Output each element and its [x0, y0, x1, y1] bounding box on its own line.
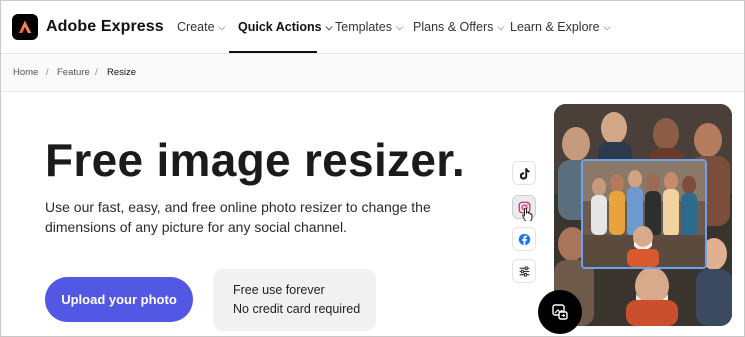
cropped-photo-image: [583, 161, 705, 267]
brand-name[interactable]: Adobe Express: [46, 18, 164, 36]
resize-action-button[interactable]: [538, 290, 582, 334]
nav-item-label: Quick Actions: [238, 20, 322, 34]
breadcrumb-current: Resize: [107, 67, 137, 78]
nav-item-learn-explore[interactable]: Learn & Explore ⌵: [510, 20, 610, 34]
nav-item-quick-actions[interactable]: Quick Actions ⌵: [238, 20, 332, 34]
nav-item-plans-offers[interactable]: Plans & Offers ⌵: [413, 20, 504, 34]
chevron-down-icon: ⌵: [497, 22, 505, 32]
page-title: Free image resizer.: [45, 134, 465, 186]
chevron-down-icon: ⌵: [603, 22, 611, 32]
nav-item-label: Create: [177, 20, 215, 34]
hero-description: Use our fast, easy, and free online phot…: [45, 199, 431, 235]
sliders-icon: [519, 265, 529, 277]
breadcrumb-separator: /: [95, 67, 98, 78]
breadcrumb-home[interactable]: Home: [13, 67, 38, 78]
adobe-express-logo-icon: [18, 20, 32, 33]
top-nav: Adobe Express Create ⌵ Quick Actions ⌵ Tem…: [1, 1, 744, 54]
hand-cursor-icon: [522, 207, 533, 221]
page-frame: Adobe Express Create ⌵ Quick Actions ⌵ Tem…: [0, 0, 745, 337]
image-resize-icon: [552, 304, 568, 320]
adobe-express-logo[interactable]: [12, 14, 38, 40]
resize-crop-frame: [581, 159, 707, 269]
info-card: Free use forever No credit card required: [213, 269, 376, 331]
facebook-button[interactable]: [513, 228, 535, 250]
nav-item-create[interactable]: Create ⌵: [177, 20, 225, 34]
tiktok-icon: [519, 167, 530, 180]
tiktok-button[interactable]: [513, 162, 535, 184]
breadcrumb-feature[interactable]: Feature: [57, 67, 90, 78]
nav-item-label: Learn & Explore: [510, 20, 600, 34]
upload-photo-button[interactable]: Upload your photo: [45, 277, 193, 322]
chevron-down-icon: ⌵: [218, 22, 226, 32]
active-nav-indicator: [229, 51, 317, 53]
nav-item-templates[interactable]: Templates ⌵: [335, 20, 403, 34]
info-line-free: Free use forever: [233, 283, 325, 297]
info-line-no-card: No credit card required: [233, 302, 361, 316]
nav-item-label: Plans & Offers: [413, 20, 494, 34]
facebook-icon: [518, 233, 530, 245]
custom-size-button[interactable]: [513, 260, 535, 282]
chevron-down-icon: ⌵: [395, 22, 403, 32]
breadcrumb-separator: /: [46, 67, 49, 78]
nav-item-label: Templates: [335, 20, 392, 34]
chevron-down-icon: ⌵: [325, 22, 333, 32]
breadcrumb: Home / Feature / Resize: [1, 55, 744, 92]
